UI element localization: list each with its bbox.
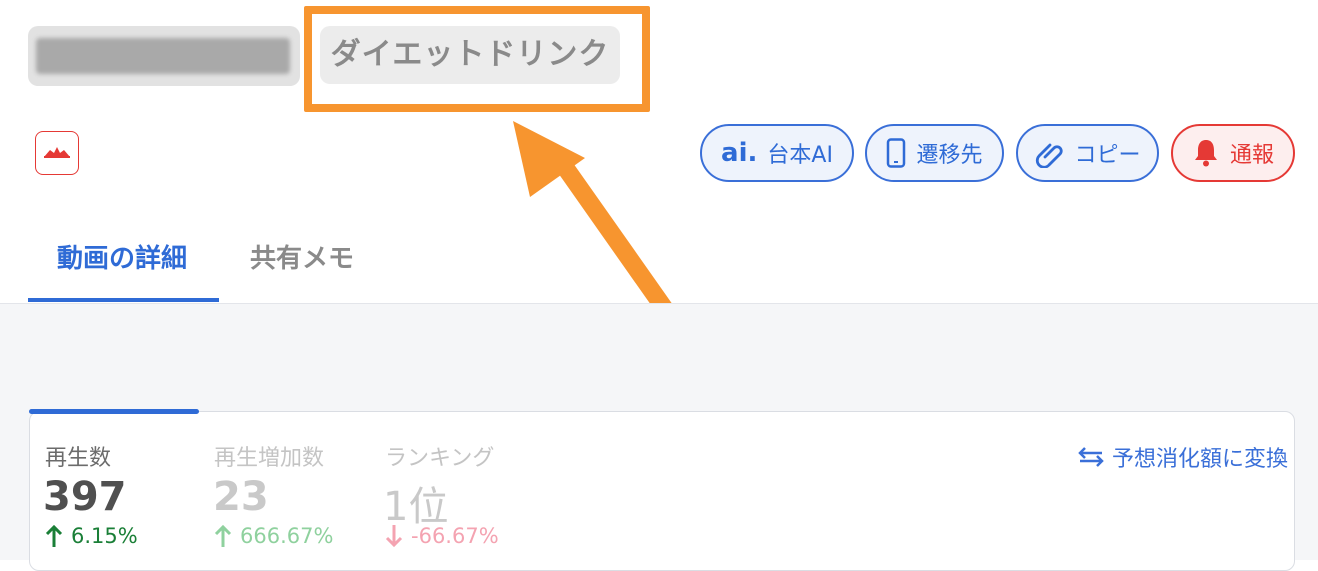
ai-logo-icon: ai. — [721, 138, 758, 168]
copy-button[interactable]: コピー — [1016, 124, 1159, 182]
script-ai-button[interactable]: ai. 台本AI — [700, 124, 854, 182]
stat-change-plays-value: 6.15% — [71, 524, 138, 548]
script-ai-label: 台本AI — [767, 143, 833, 168]
smartphone-icon — [887, 138, 906, 168]
stat-label-increase[interactable]: 再生増加数 — [214, 440, 324, 472]
swap-arrows-icon — [1078, 447, 1104, 467]
stat-change-increase-value: 666.67% — [240, 524, 334, 548]
destination-button[interactable]: 遷移先 — [865, 124, 1004, 182]
stat-label-plays: 再生数 — [45, 446, 112, 471]
copy-label: コピー — [1074, 143, 1141, 168]
tab-shared-memo[interactable]: 共有メモ — [250, 238, 354, 275]
active-tab-indicator — [28, 298, 219, 302]
stat-change-ranking-value: -66.67% — [411, 524, 499, 548]
arrow-down-icon — [385, 525, 403, 548]
link-clip-icon — [1036, 143, 1064, 168]
report-button[interactable]: 通報 — [1171, 124, 1295, 182]
stat-change-ranking[interactable]: -66.67% — [385, 524, 499, 548]
stat-value-increase[interactable]: 23 — [213, 474, 269, 520]
stat-change-increase[interactable]: 666.67% — [214, 524, 333, 548]
report-label: 通報 — [1229, 143, 1274, 168]
stat-value-plays: 397 — [43, 474, 127, 520]
stat-change-plays: 6.15% — [45, 524, 138, 548]
redacted-title — [28, 26, 300, 86]
arrow-up-icon — [214, 524, 232, 547]
stats-card-accent — [29, 409, 199, 414]
stat-label-ranking[interactable]: ランキング — [385, 440, 494, 472]
bell-icon — [1194, 140, 1217, 167]
app-logo[interactable] — [35, 131, 79, 175]
destination-label: 遷移先 — [916, 143, 983, 168]
arrow-up-icon — [45, 524, 63, 547]
highlight-box — [304, 6, 650, 112]
convert-label: 予想消化額に変換 — [1112, 447, 1289, 472]
convert-to-spend-link[interactable]: 予想消化額に変換 — [1078, 441, 1288, 473]
tab-details[interactable]: 動画の詳細 — [57, 238, 187, 275]
